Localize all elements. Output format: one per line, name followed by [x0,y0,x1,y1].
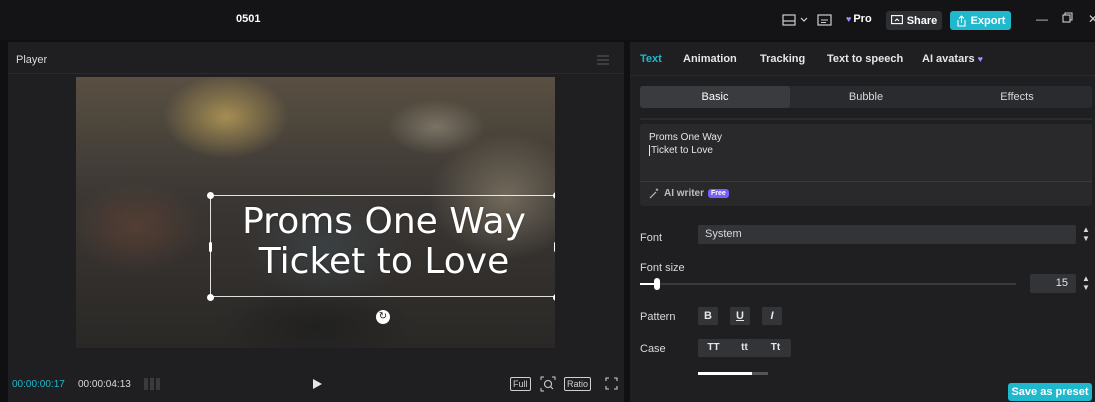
zoom-icon[interactable] [540,376,556,392]
magic-wand-icon [649,188,659,199]
caption-text-input[interactable]: Proms One Way Ticket to Love AI writer F… [640,124,1092,206]
gem-icon: ♥ [977,54,983,64]
export-button[interactable]: Export [950,11,1011,30]
text-input-line-2: Ticket to Love [649,145,713,156]
italic-button[interactable]: I [762,307,782,325]
player-header: Player [8,42,624,74]
case-button-group: TT tt Tt [698,339,791,357]
font-label: Font [640,232,663,244]
restore-icon[interactable] [1062,12,1073,26]
caption-selection-box[interactable]: Proms One Way Ticket to Love [207,192,555,301]
minimize-icon[interactable]: — [1036,12,1048,26]
tab-text-to-speech[interactable]: Text to speech [827,53,903,65]
underline-button[interactable]: U [730,307,750,325]
size-stepper-icon[interactable]: ▲ ▼ [1080,274,1092,293]
caption-line-1: Proms One Way [242,201,526,242]
resize-handle-top-left[interactable] [207,192,214,199]
video-preview[interactable]: Proms One Way Ticket to Love ↻ [76,77,555,348]
caption-line-2: Ticket to Love [258,241,510,282]
subtab-basic[interactable]: Basic [640,86,790,108]
gem-icon: ♥ [846,14,852,24]
upload-icon [957,14,966,27]
bold-button[interactable]: B [698,307,718,325]
resize-handle-bottom-left[interactable] [207,294,214,301]
font-stepper-icon[interactable]: ▲ ▼ [1080,225,1092,244]
font-size-slider[interactable] [640,278,1016,290]
subtab-bubble[interactable]: Bubble [790,86,942,108]
total-time: 00:00:04:13 [78,379,131,390]
player-panel: Player Proms One Way Ticket to Love ↻ 00… [8,42,624,402]
pro-badge[interactable]: ♥ Pro [846,13,872,25]
player-title: Player [16,54,48,66]
titlecase-button[interactable]: Tt [760,339,791,357]
share-icon [890,15,903,25]
layout-icon[interactable] [782,13,798,27]
resize-handle-top-right[interactable] [553,192,555,199]
uppercase-button[interactable]: TT [698,339,729,357]
resize-handle-bottom-right[interactable] [553,294,555,301]
chevron-down-icon[interactable] [800,13,808,27]
tab-text[interactable]: Text [640,53,662,65]
case-label: Case [640,343,666,355]
caption-text[interactable]: Proms One Way Ticket to Love [211,202,555,282]
current-time: 00:00:00:17 [12,379,65,390]
text-input-line-1: Proms One Way [649,132,722,143]
resize-handle-right[interactable] [554,242,555,252]
ai-writer-button[interactable]: AI writer Free [649,188,729,199]
partial-control[interactable] [698,372,768,375]
subtab-effects[interactable]: Effects [942,86,1092,108]
fullscreen-icon[interactable] [605,377,618,390]
divider [640,181,1092,182]
font-size-label: Font size [640,262,685,274]
font-size-input[interactable]: 15 [1030,274,1076,293]
free-badge: Free [708,189,729,198]
font-select[interactable]: System [698,225,1076,244]
close-icon[interactable]: ✕ [1088,12,1095,26]
tab-animation[interactable]: Animation [683,53,737,65]
divider [640,118,1092,120]
ratio-button[interactable]: Ratio [564,377,592,391]
full-button[interactable]: Full [510,377,531,391]
resize-handle-left[interactable] [209,242,212,252]
panel-tabs: Text Animation Tracking Text to speech A… [630,42,1095,76]
project-title[interactable]: 0501 [236,13,260,25]
tab-ai-avatars[interactable]: AI avatars ♥ [922,53,983,65]
slider-thumb[interactable] [654,278,660,290]
timeline-grid-icon[interactable] [144,377,160,391]
pattern-label: Pattern [640,311,676,323]
captions-icon[interactable] [817,13,833,27]
properties-panel: Text Animation Tracking Text to speech A… [630,42,1095,402]
player-controls: 00:00:00:17 00:00:04:13 Full Ratio [8,372,624,396]
menu-icon[interactable] [597,54,609,65]
save-as-preset-button[interactable]: Save as preset [1008,383,1092,401]
title-bar: 0501 ♥ Pro Share Export — ✕ [0,0,1095,40]
style-subtabs: Basic Bubble Effects [640,86,1092,108]
rotate-icon[interactable]: ↻ [376,310,390,324]
play-icon[interactable] [311,377,323,391]
share-button[interactable]: Share [886,11,942,30]
tab-tracking[interactable]: Tracking [760,53,805,65]
lowercase-button[interactable]: tt [729,339,760,357]
